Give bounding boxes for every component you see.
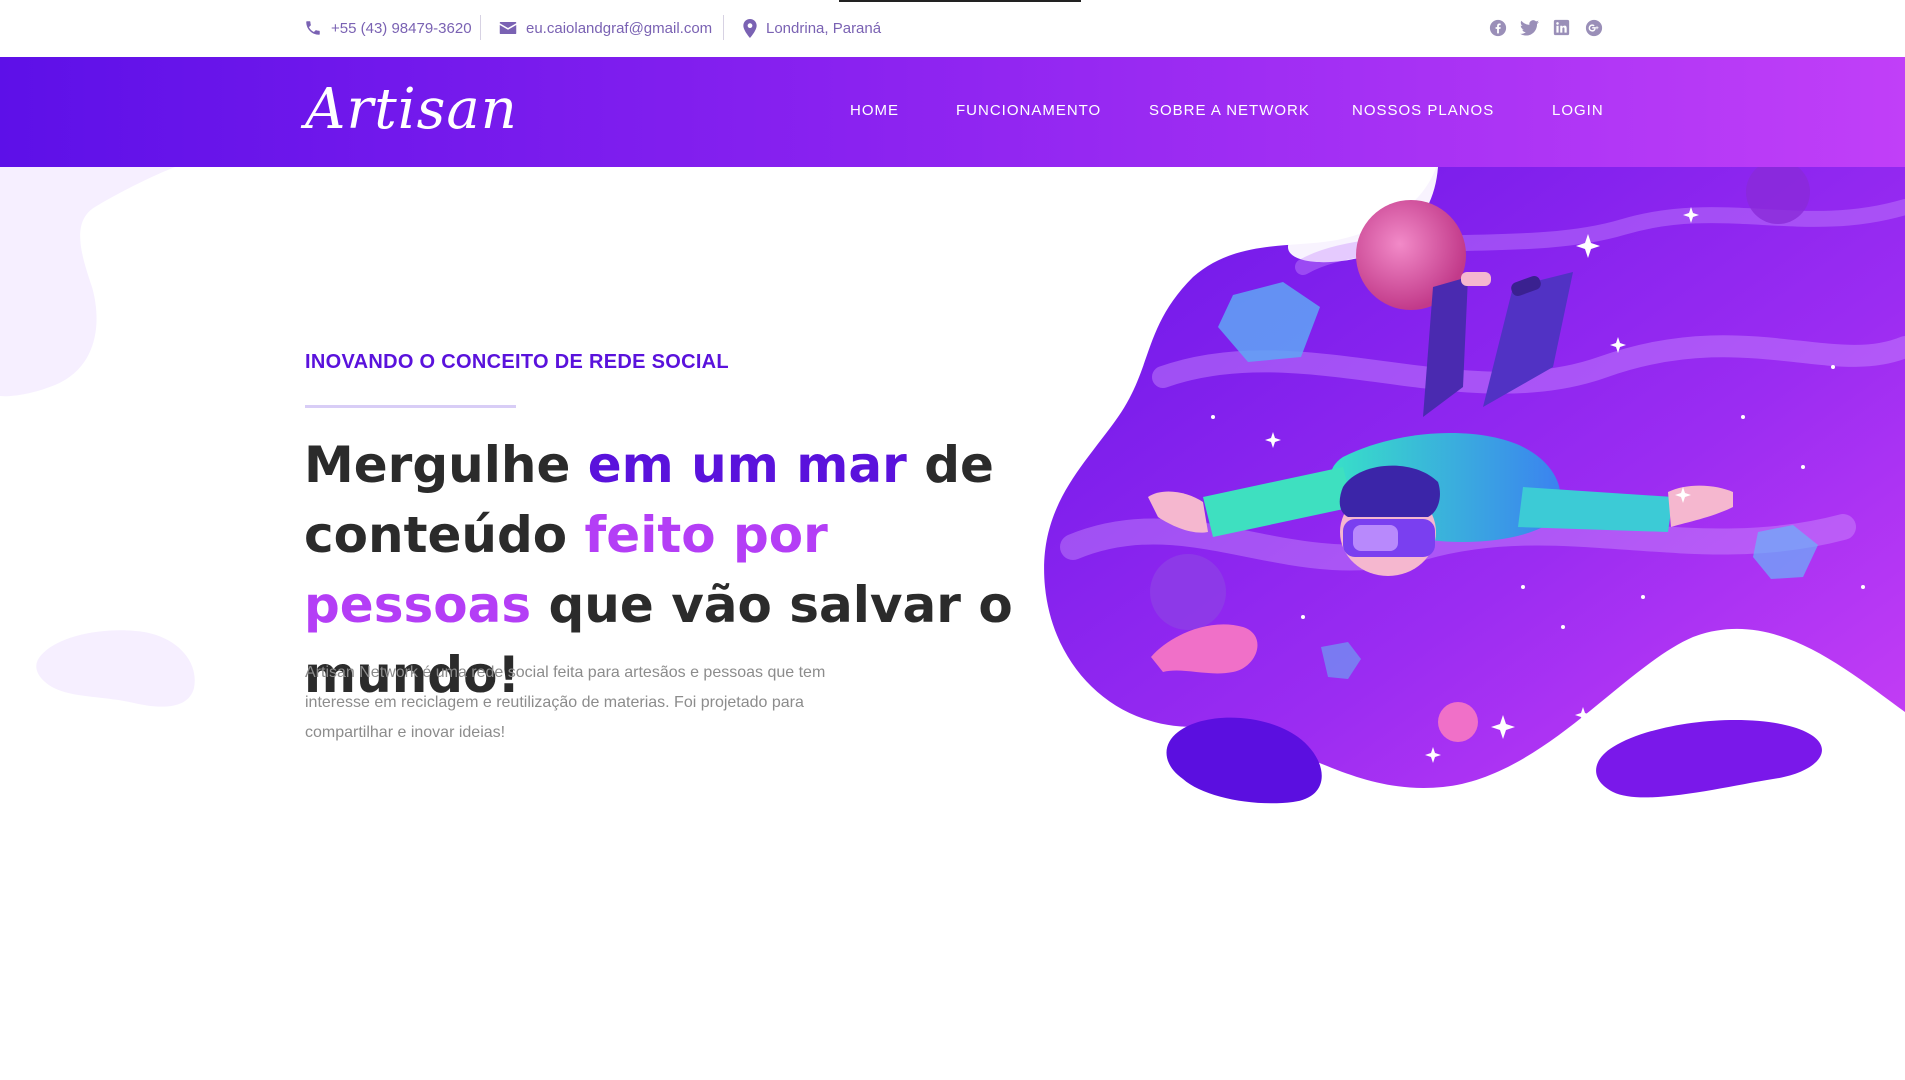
contact-email[interactable]: eu.caiolandgraf@gmail.com: [499, 17, 712, 39]
nav-home[interactable]: HOME: [850, 102, 899, 119]
contact-location-text: Londrina, Paraná: [766, 19, 882, 37]
main-navbar: Artisan HOME FUNCIONAMENTO SOBRE A NETWO…: [0, 57, 1905, 167]
top-info-bar: +55 (43) 98479-3620 eu.caiolandgraf@gmai…: [0, 0, 1905, 57]
contact-location: Londrina, Paraná: [743, 17, 881, 39]
top-indicator-line: [839, 0, 1081, 2]
hero-illustration: [1044, 167, 1905, 804]
linkedin-icon[interactable]: [1552, 18, 1571, 37]
divider: [305, 405, 516, 408]
contact-email-text: eu.caiolandgraf@gmail.com: [526, 19, 713, 37]
hero-eyebrow: INOVANDO O CONCEITO DE REDE SOCIAL: [305, 351, 729, 373]
decorative-blob: [36, 630, 195, 707]
envelope-icon: [499, 22, 517, 34]
site-logo[interactable]: Artisan: [305, 77, 518, 142]
contact-phone[interactable]: +55 (43) 98479-3620: [304, 17, 472, 39]
nav-sobre[interactable]: SOBRE A NETWORK: [1149, 102, 1310, 119]
phone-icon: [306, 21, 320, 35]
nav-login[interactable]: LOGIN: [1552, 102, 1604, 119]
nav-funcionamento[interactable]: FUNCIONAMENTO: [956, 102, 1101, 119]
google-plus-icon[interactable]: [1584, 18, 1603, 37]
twitter-icon[interactable]: [1520, 18, 1539, 37]
divider: [723, 15, 724, 40]
nav-planos[interactable]: NOSSOS PLANOS: [1352, 102, 1494, 119]
headline-highlight: em um mar: [587, 436, 907, 494]
headline-text: Mergulhe: [304, 436, 588, 494]
facebook-icon[interactable]: [1488, 18, 1507, 37]
hero-description: Artisan Network é uma rede social feita …: [305, 664, 826, 741]
divider: [480, 15, 481, 40]
map-pin-icon: [743, 18, 757, 38]
decorative-blob: [0, 167, 175, 397]
social-links: [1488, 18, 1603, 37]
contact-phone-text: +55 (43) 98479-3620: [331, 19, 472, 37]
